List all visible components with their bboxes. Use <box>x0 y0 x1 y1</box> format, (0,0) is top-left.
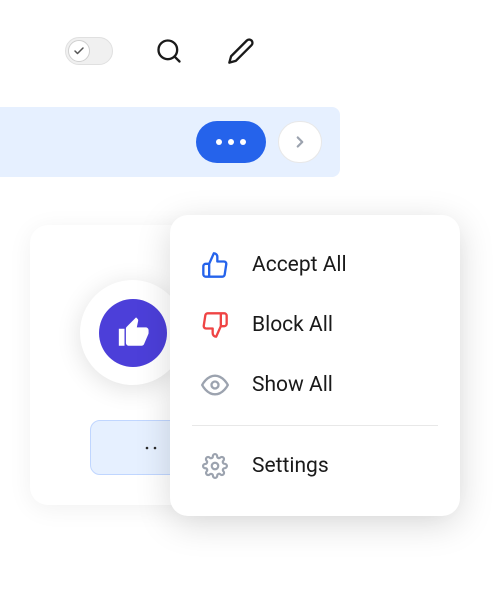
menu-item-show-all[interactable]: Show All <box>170 355 460 415</box>
thumbs-up-icon <box>116 316 150 350</box>
menu-item-label: Accept All <box>252 253 347 277</box>
menu-item-settings[interactable]: Settings <box>170 436 460 496</box>
menu-item-label: Show All <box>252 373 333 397</box>
toggle-knob <box>68 40 90 62</box>
dot-icon <box>240 139 246 145</box>
search-icon <box>155 37 183 65</box>
chevron-right-icon <box>291 133 309 151</box>
eye-icon <box>200 370 230 400</box>
menu-divider <box>192 425 438 426</box>
menu-item-block-all[interactable]: Block All <box>170 295 460 355</box>
edit-button[interactable] <box>225 35 257 67</box>
thumb-badge <box>99 299 167 367</box>
actions-menu: Accept All Block All Show All Settings <box>170 215 460 516</box>
menu-item-label: Block All <box>252 313 333 337</box>
menu-item-accept-all[interactable]: Accept All <box>170 235 460 295</box>
more-options-button[interactable] <box>196 121 266 163</box>
pencil-icon <box>227 37 255 65</box>
check-icon <box>73 45 85 57</box>
next-button[interactable] <box>278 121 322 163</box>
ellipsis-icon <box>144 443 166 453</box>
enable-toggle[interactable] <box>65 37 113 65</box>
thumbs-down-outline-icon <box>200 310 230 340</box>
search-button[interactable] <box>153 35 185 67</box>
top-toolbar <box>0 0 504 67</box>
dot-icon <box>216 139 222 145</box>
gear-icon <box>200 451 230 481</box>
dot-icon <box>228 139 234 145</box>
selection-bar <box>0 107 340 177</box>
thumbs-up-outline-icon <box>200 250 230 280</box>
menu-item-label: Settings <box>252 454 329 478</box>
